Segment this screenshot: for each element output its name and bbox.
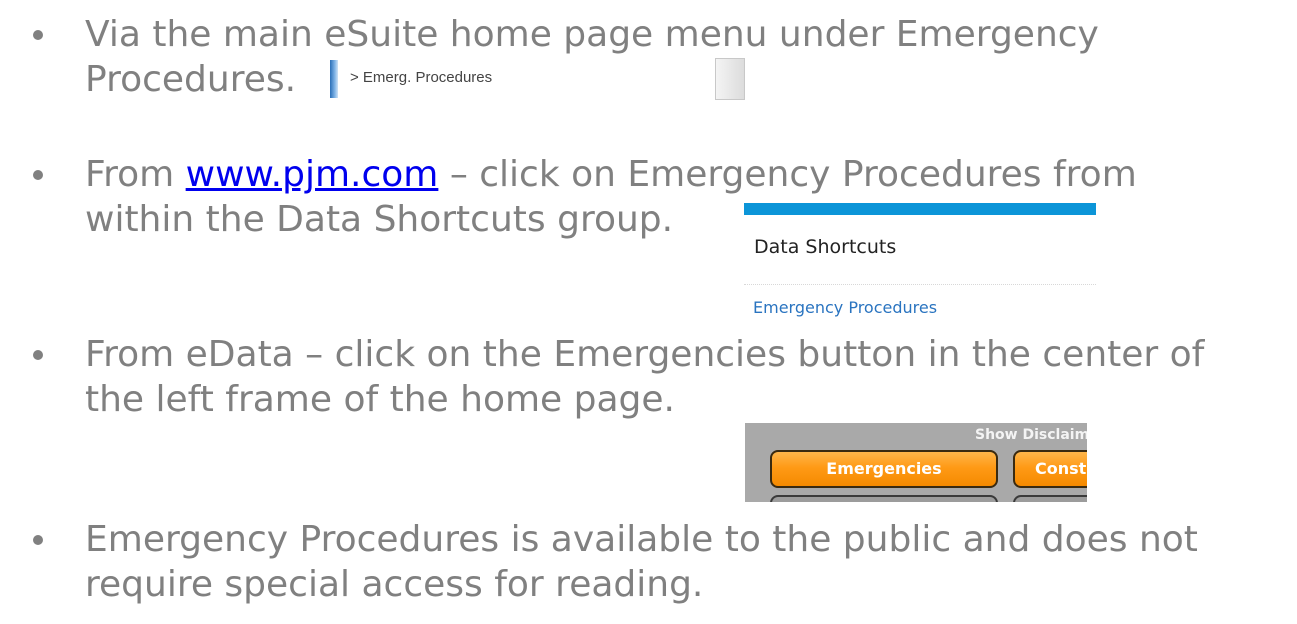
emergency-procedures-link[interactable]: Emergency Procedures: [753, 298, 937, 317]
pjm-website-link[interactable]: www.pjm.com: [186, 154, 439, 195]
bullet-dot: [33, 535, 43, 545]
bullet-2-line-2: within the Data Shortcuts group.: [85, 199, 674, 240]
esuite-menu-screenshot: > Emerg. Procedures: [318, 58, 750, 102]
emergencies-button[interactable]: Emergencies: [770, 450, 998, 488]
bullet-dot: [33, 350, 43, 360]
bullet-1-line-1: Via the main eSuite home page menu under…: [85, 14, 1099, 55]
bullet-1-line-2: Procedures.: [85, 59, 297, 100]
bullet-dot: [33, 170, 43, 180]
data-shortcuts-title: Data Shortcuts: [754, 236, 897, 258]
bullet-dot: [33, 30, 43, 40]
next-row-button[interactable]: [770, 495, 998, 502]
edata-frame-screenshot: Show Disclaimer Emergencies Const: [745, 423, 1087, 502]
bullet-2-line-1: From www.pjm.com – click on Emergency Pr…: [85, 152, 1137, 197]
const-button[interactable]: Const: [1013, 450, 1087, 488]
shortcuts-header-band: [744, 203, 1096, 215]
emerg-procedures-menu-item[interactable]: > Emerg. Procedures: [350, 69, 492, 86]
bullet-2-prefix: From: [85, 154, 186, 195]
shortcuts-divider: [744, 284, 1096, 285]
menu-edge: [715, 58, 745, 100]
show-disclaimer-link[interactable]: Show Disclaimer: [975, 427, 1087, 443]
next-row-button[interactable]: [1013, 495, 1087, 502]
bullet-2-suffix: – click on Emergency Procedures from: [438, 154, 1137, 195]
bullet-4-line-1: Emergency Procedures is available to the…: [85, 519, 1198, 560]
data-shortcuts-screenshot: Data Shortcuts Emergency Procedures: [744, 203, 1096, 333]
bullet-3-line-2: the left frame of the home page.: [85, 379, 675, 420]
menu-item-marker: [330, 60, 338, 98]
bullet-3-line-1: From eData – click on the Emergencies bu…: [85, 334, 1205, 375]
bullet-4-line-2: require special access for reading.: [85, 564, 704, 605]
